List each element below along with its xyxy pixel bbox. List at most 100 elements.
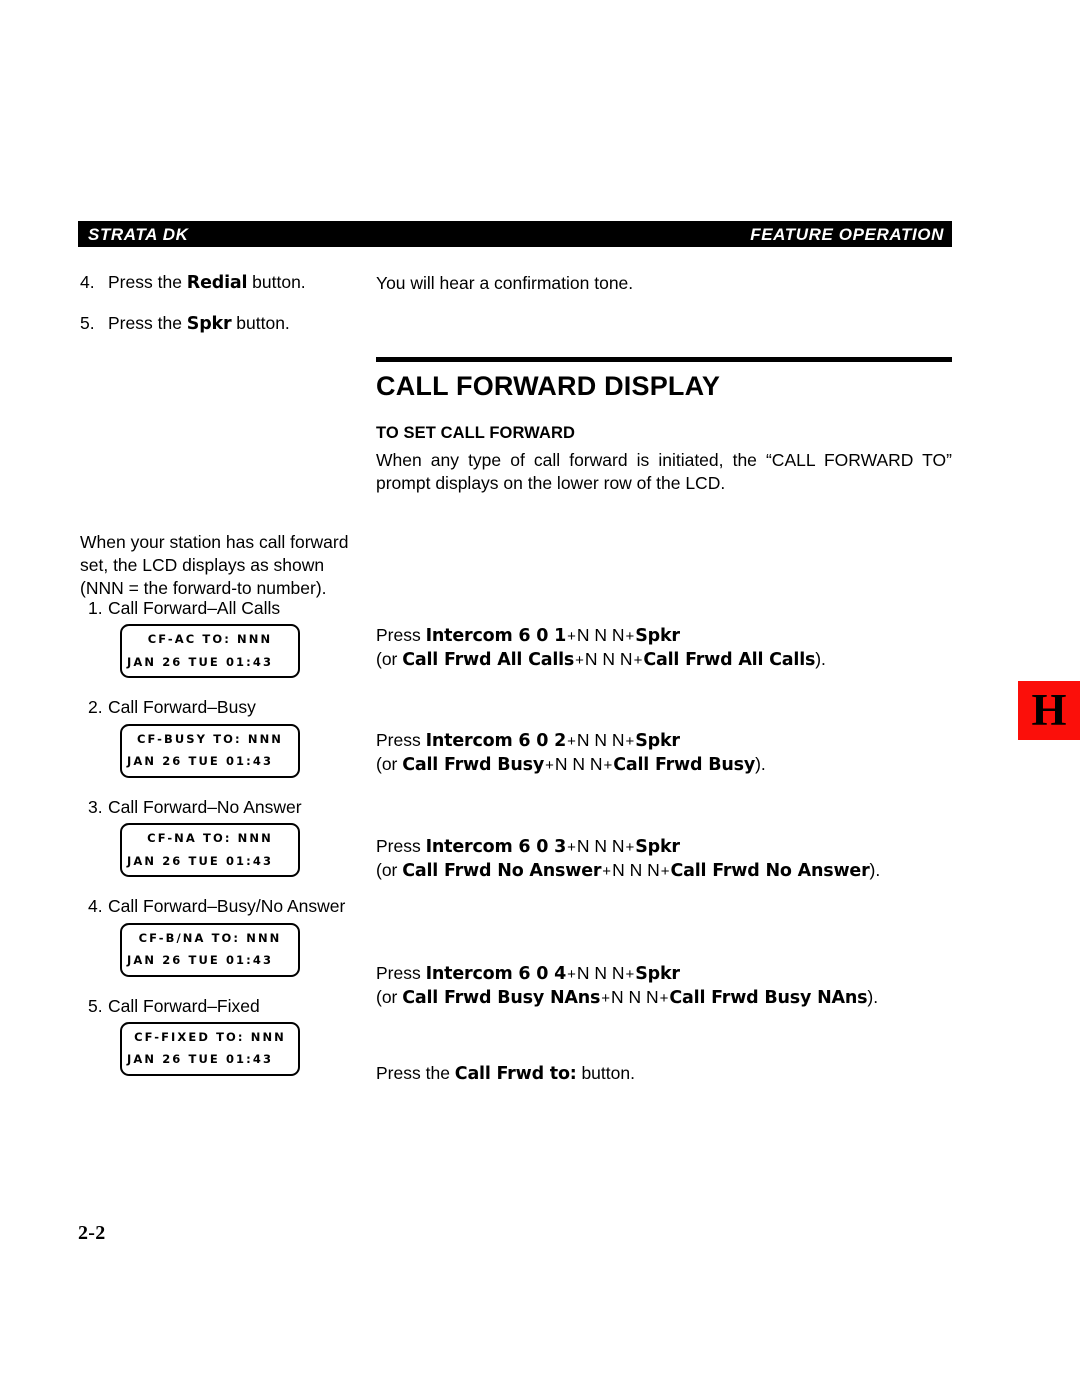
lcd-row-lower: JAN 26 TUE 01:43 bbox=[127, 853, 274, 868]
step-text-before: Press the bbox=[108, 272, 187, 292]
cf-type-label: 3. Call Forward–No Answer bbox=[80, 796, 372, 818]
section-block: CALL FORWARD DISPLAY TO SET CALL FORWARD… bbox=[376, 357, 952, 495]
instruction-block-no-answer: Press Intercom 6 0 3+N N N+Spkr (or Call… bbox=[376, 835, 976, 884]
button-name-intercom-code: Intercom 6 0 2 bbox=[425, 731, 567, 751]
button-name-call-frwd: Call Frwd All Calls bbox=[402, 650, 575, 671]
lcd-row-upper: CF-FIXED TO: NNN bbox=[134, 1029, 286, 1044]
alt-close-paren: ). bbox=[755, 754, 766, 775]
cf-name: Call Forward–Busy/No Answer bbox=[108, 896, 346, 917]
forward-number-placeholder: N N N bbox=[576, 836, 625, 856]
step-number: 4. bbox=[80, 272, 95, 292]
instruction-primary-line: Press Intercom 6 0 4+N N N+Spkr bbox=[376, 962, 976, 986]
header-manual-title: STRATA DK bbox=[88, 224, 189, 244]
cf-name: Call Forward–Busy bbox=[108, 697, 256, 718]
lcd-display: CF-FIXED TO: NNN JAN 26 TUE 01:43 bbox=[120, 1021, 300, 1076]
button-name-intercom-code: Intercom 6 0 1 bbox=[425, 626, 567, 646]
forward-number-placeholder: N N N bbox=[576, 730, 625, 750]
instruction-primary-line: Press Intercom 6 0 3+N N N+Spkr bbox=[376, 835, 976, 859]
button-name-spkr: Spkr bbox=[635, 731, 680, 751]
lcd-display: CF-NA TO: NNN JAN 26 TUE 01:43 bbox=[120, 823, 300, 878]
lcd-intro-paragraph: When your station has call forward set, … bbox=[80, 532, 349, 599]
cf-number: 3. bbox=[88, 796, 103, 817]
cf-name: Call Forward–Fixed bbox=[108, 995, 260, 1016]
cf-name: Call Forward–All Calls bbox=[108, 598, 281, 618]
alt-open-paren: (or bbox=[376, 649, 403, 670]
alt-open-paren: (or bbox=[376, 860, 403, 881]
cf-number: 5. bbox=[88, 995, 103, 1016]
step-text: Press the Spkr button. bbox=[108, 312, 370, 335]
plus-separator: + bbox=[567, 839, 576, 856]
plus-separator: + bbox=[567, 733, 576, 750]
cf-number: 4. bbox=[88, 896, 103, 917]
page-title: CALL FORWARD DISPLAY bbox=[376, 371, 721, 401]
plus-separator: + bbox=[545, 757, 554, 775]
instruction-text-after: button. bbox=[576, 1063, 635, 1083]
step-text-before: Press the bbox=[108, 313, 187, 334]
section-paragraph: When any type of call forward is initiat… bbox=[376, 450, 952, 494]
button-name-intercom-code: Intercom 6 0 4 bbox=[425, 964, 567, 984]
lcd-row-upper: CF-B/NA TO: NNN bbox=[138, 930, 282, 945]
lcd-row-lower: JAN 26 TUE 01:43 bbox=[127, 1052, 274, 1067]
step-text-after: button. bbox=[231, 313, 290, 334]
page-number: 2-2 bbox=[78, 1222, 106, 1244]
button-name-intercom-code: Intercom 6 0 3 bbox=[425, 837, 567, 857]
cf-number: 1. bbox=[88, 598, 103, 618]
instruction-alternate-line: (or Call Frwd No Answer+N N N+Call Frwd … bbox=[376, 859, 976, 883]
plus-separator: + bbox=[660, 863, 670, 881]
button-name-call-frwd: Call Frwd Busy bbox=[402, 755, 545, 776]
cf-number: 2. bbox=[88, 697, 103, 718]
thumb-tab-letter: H bbox=[1031, 685, 1067, 735]
press-word: Press the bbox=[376, 1063, 455, 1083]
instruction-primary-line: Press Intercom 6 0 1+N N N+Spkr bbox=[376, 624, 976, 648]
instruction-alternate-line: (or Call Frwd Busy NAns+N N N+Call Frwd … bbox=[376, 986, 976, 1010]
plus-separator: + bbox=[602, 863, 612, 881]
forward-number-placeholder: N N N bbox=[576, 625, 625, 645]
button-name-call-frwd: Call Frwd No Answer bbox=[402, 861, 602, 882]
list-item: 5. Press the Spkr button. bbox=[80, 312, 370, 335]
step-number: 5. bbox=[80, 313, 95, 334]
plus-separator: + bbox=[603, 757, 613, 775]
button-name-call-frwd: Call Frwd Busy bbox=[613, 755, 756, 776]
continued-steps-list: 4. Press the Redial button. 5. Press the… bbox=[80, 271, 370, 354]
plus-separator: + bbox=[659, 990, 669, 1008]
cf-type-label: 4. Call Forward–Busy/No Answer bbox=[80, 895, 372, 917]
forward-number-placeholder: N N N bbox=[584, 649, 633, 670]
instruction-block-busy: Press Intercom 6 0 2+N N N+Spkr (or Call… bbox=[376, 729, 976, 778]
instruction-primary-line: Press the Call Frwd to: button. bbox=[376, 1062, 976, 1086]
confirmation-tone-note: You will hear a confirmation tone. bbox=[376, 273, 634, 293]
button-name-call-frwd: Call Frwd All Calls bbox=[643, 650, 816, 671]
plus-separator: + bbox=[567, 966, 576, 983]
cf-type-label: 2. Call Forward–Busy bbox=[80, 696, 372, 718]
call-forward-type-list: 1. Call Forward–All Calls CF-AC TO: NNN … bbox=[80, 597, 372, 1081]
instruction-block-fixed: Press the Call Frwd to: button. bbox=[376, 1062, 976, 1086]
plus-separator: + bbox=[625, 628, 635, 645]
forward-number-placeholder: N N N bbox=[612, 860, 660, 881]
lcd-display: CF-BUSY TO: NNN JAN 26 TUE 01:43 bbox=[120, 723, 300, 778]
section-subtitle: TO SET CALL FORWARD bbox=[376, 424, 575, 443]
button-name-redial: Redial bbox=[186, 273, 248, 293]
button-name-call-frwd-to: Call Frwd to: bbox=[454, 1064, 577, 1084]
alt-close-paren: ). bbox=[869, 860, 881, 881]
button-name-spkr: Spkr bbox=[635, 964, 680, 984]
plus-separator: + bbox=[625, 839, 635, 856]
alt-close-paren: ). bbox=[815, 649, 826, 670]
lcd-row-lower: JAN 26 TUE 01:43 bbox=[127, 953, 274, 968]
lcd-row-lower: JAN 26 TUE 01:43 bbox=[127, 654, 274, 669]
plus-separator: + bbox=[575, 652, 584, 670]
lcd-row-upper: CF-AC TO: NNN bbox=[147, 632, 273, 647]
lcd-row-upper: CF-NA TO: NNN bbox=[147, 831, 273, 846]
plus-separator: + bbox=[625, 733, 635, 750]
button-name-call-frwd: Call Frwd No Answer bbox=[670, 861, 870, 882]
lcd-display: CF-B/NA TO: NNN JAN 26 TUE 01:43 bbox=[120, 922, 300, 977]
step-text: Press the Redial button. bbox=[108, 271, 370, 294]
plus-separator: + bbox=[601, 990, 610, 1008]
thumb-index-tab: H bbox=[1018, 681, 1080, 740]
plus-separator: + bbox=[633, 652, 643, 670]
plus-separator: + bbox=[567, 628, 576, 645]
forward-number-placeholder: N N N bbox=[611, 987, 659, 1008]
cf-type-label: 1. Call Forward–All Calls bbox=[80, 597, 372, 619]
cf-type-label: 5. Call Forward–Fixed bbox=[80, 995, 372, 1017]
step-text-after: button. bbox=[247, 272, 306, 292]
button-name-spkr: Spkr bbox=[635, 837, 680, 857]
alt-open-paren: (or bbox=[376, 754, 403, 775]
